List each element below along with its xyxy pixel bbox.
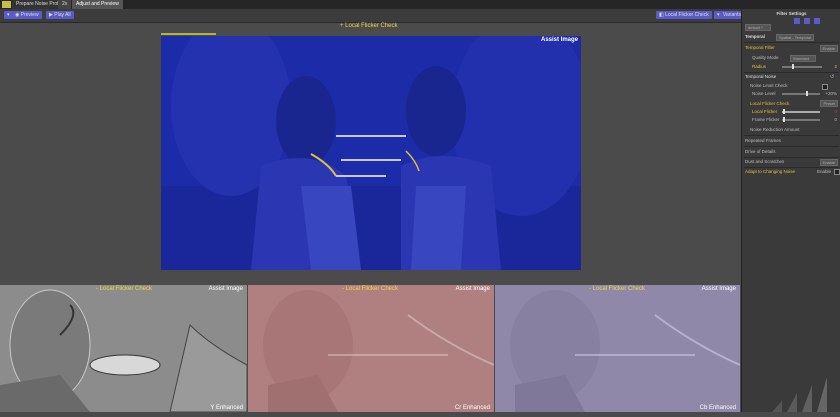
divider — [744, 146, 839, 147]
cr-pane-assist-label: Assist Image — [455, 286, 490, 292]
frame-flicker-slider-knob[interactable] — [783, 117, 785, 122]
y-pane-label: - Local Flicker Check — [96, 286, 153, 292]
temporal-filter-toggle[interactable]: Enable — [819, 45, 838, 52]
noise-level-check-radio[interactable] — [822, 84, 828, 90]
y-pane-enhanced-label: Y Enhanced — [210, 405, 243, 411]
local-flicker-slider-knob[interactable] — [783, 109, 785, 114]
view-mode-label: Local Flicker Check — [665, 12, 709, 18]
adapt-changing-noise-checkbox[interactable] — [834, 169, 840, 175]
eye-icon: ◉ — [15, 12, 20, 18]
y-enhanced-pane[interactable]: - Local Flicker Check Assist Image Y Enh… — [0, 285, 247, 412]
view-icon: ◧ — [659, 12, 664, 18]
noise-level-slider-knob[interactable] — [806, 91, 808, 96]
frame-flicker-slider[interactable] — [782, 117, 820, 122]
play-icon: ▶ — [49, 12, 53, 18]
y-pane-graphic — [0, 285, 247, 412]
view-mode-dropdown[interactable]: ◧ Local Flicker Check — [656, 11, 712, 19]
cb-pane-assist-label: Assist Image — [701, 286, 736, 292]
noise-level-slider[interactable] — [782, 91, 820, 96]
local-flicker-slider[interactable] — [782, 109, 820, 114]
divider — [744, 157, 839, 158]
cr-pane-graphic — [248, 285, 494, 412]
play-all-label: Play All — [54, 12, 71, 18]
dust-scratches-toggle[interactable]: Enable — [819, 159, 838, 166]
main-view-label[interactable]: + Local Flicker Check — [340, 23, 398, 29]
main-preview-graphic — [161, 36, 581, 270]
toolbar: ▾ ◉ Preview ▶ Play All ◧ Local Flicker C… — [0, 9, 840, 23]
divider — [744, 42, 839, 43]
cr-enhanced-pane[interactable]: - Local Flicker Check Assist Image Cr En… — [248, 285, 494, 412]
cr-pane-label: - Local Flicker Check — [342, 286, 399, 292]
drive-of-details-header[interactable]: Drive of Details — [745, 149, 838, 154]
cb-pane-enhanced-label: Cb Enhanced — [699, 405, 736, 411]
cr-pane-enhanced-label: Cr Enhanced — [454, 405, 490, 411]
divider — [744, 167, 839, 168]
quality-mode-dropdown[interactable]: Standard — [790, 55, 816, 62]
divider — [744, 135, 839, 136]
main-assist-image-label: Assist Image — [541, 37, 579, 43]
filter-settings-panel: Filter Settings default * Temporal Spati… — [741, 9, 840, 412]
repeated-frames-header[interactable]: Repeated Frames — [745, 138, 838, 143]
delete-preset-icon[interactable] — [814, 18, 820, 24]
cb-pane-graphic — [495, 285, 740, 412]
preview-label: Preview — [20, 12, 39, 18]
save-preset-icon[interactable] — [794, 18, 800, 24]
local-flicker-value: 0 — [834, 109, 837, 114]
app-logo-icon — [2, 1, 11, 8]
adapt-changing-noise-state: Enable — [816, 169, 831, 174]
noise-reduction-amount-header[interactable]: Noise Reduction Amount — [750, 127, 838, 132]
noise-level-value: +20% — [825, 91, 837, 96]
tab-2x[interactable]: 2x — [58, 0, 72, 9]
watermark-icon — [772, 377, 827, 412]
copy-preset-icon[interactable] — [804, 18, 810, 24]
app-watermark — [742, 361, 840, 412]
variants-label: Variants — [723, 12, 741, 18]
preview-button[interactable]: ◉ Preview — [12, 11, 42, 19]
radius-value: 2 — [834, 64, 837, 69]
divider — [744, 72, 839, 73]
reset-icon[interactable]: ↺ — [830, 74, 834, 80]
radius-slider[interactable] — [782, 64, 822, 69]
cb-enhanced-pane[interactable]: - Local Flicker Check Assist Image Cb En… — [495, 285, 740, 412]
progress-bar — [161, 33, 216, 35]
play-all-button[interactable]: ▶ Play All — [46, 11, 74, 19]
frame-flicker-value: 0 — [834, 117, 837, 122]
radius-slider-knob[interactable] — [792, 64, 794, 69]
main-preview-image[interactable] — [161, 36, 581, 270]
cb-pane-label: - Local Flicker Check — [589, 286, 646, 292]
tab-adjust-and-preview[interactable]: Adjust and Preview — [72, 0, 123, 9]
top-tab-bar: Prepare Noise Profile 2x Adjust and Prev… — [0, 0, 840, 9]
tab-spatial-temporal[interactable]: Spatial - Temporal — [776, 34, 815, 41]
preset-button[interactable]: Preset — [820, 100, 838, 107]
preset-dropdown[interactable]: default * — [745, 24, 771, 31]
temporal-noise-header[interactable]: Temporal Noise — [745, 74, 838, 79]
panel-title: Filter Settings — [776, 11, 807, 16]
y-pane-assist-label: Assist Image — [208, 286, 243, 292]
